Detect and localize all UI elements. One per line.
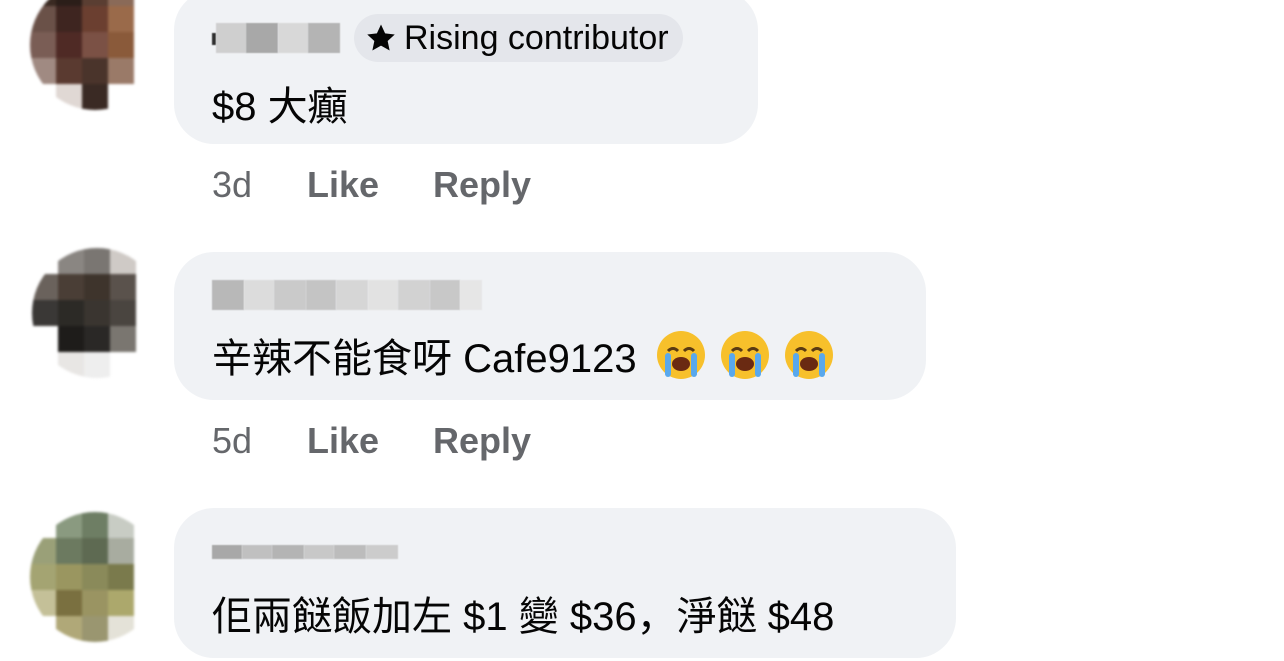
comment-thread: Rising contributor $8 大癲 3d Like Reply 辛… (0, 0, 1284, 661)
comment-header (212, 280, 482, 310)
loudly-crying-face-icon (784, 331, 833, 379)
reply-button[interactable]: Reply (433, 420, 531, 462)
comment-bubble: Rising contributor $8 大癲 (174, 0, 758, 144)
like-button[interactable]: Like (307, 420, 433, 462)
comment-actions: 5d Like Reply (212, 420, 531, 462)
star-icon (367, 24, 395, 51)
comment-actions: 3d Like Reply (212, 164, 531, 206)
commenter-name-redacted[interactable] (212, 280, 482, 310)
reply-button[interactable]: Reply (433, 164, 531, 206)
comment-timestamp[interactable]: 3d (212, 164, 307, 206)
comment-text: 辛辣不能食呀 Cafe9123 (212, 326, 835, 384)
comment-bubble: 辛辣不能食呀 Cafe9123 (174, 252, 926, 400)
comment-text-content: 辛辣不能食呀 Cafe9123 (212, 337, 637, 381)
comment-header: Rising contributor (212, 14, 683, 62)
loudly-crying-face-icon (720, 331, 769, 379)
loudly-crying-face-icon (656, 331, 705, 379)
commenter-name-redacted[interactable] (212, 544, 398, 560)
comment-text: 佢兩餸飯加左 $1 變 $36，淨餸 $48 (212, 595, 835, 639)
avatar[interactable] (30, 0, 160, 110)
commenter-name-redacted[interactable] (212, 23, 340, 53)
like-button[interactable]: Like (307, 164, 433, 206)
badge-label: Rising contributor (404, 18, 669, 57)
avatar[interactable] (32, 248, 162, 378)
comment-timestamp[interactable]: 5d (212, 420, 307, 462)
comment-bubble: 佢兩餸飯加左 $1 變 $36，淨餸 $48 (174, 508, 956, 658)
comment-header (212, 544, 398, 560)
comment-text: $8 大癲 (212, 85, 348, 129)
avatar[interactable] (30, 512, 160, 642)
rising-contributor-badge[interactable]: Rising contributor (354, 14, 683, 62)
